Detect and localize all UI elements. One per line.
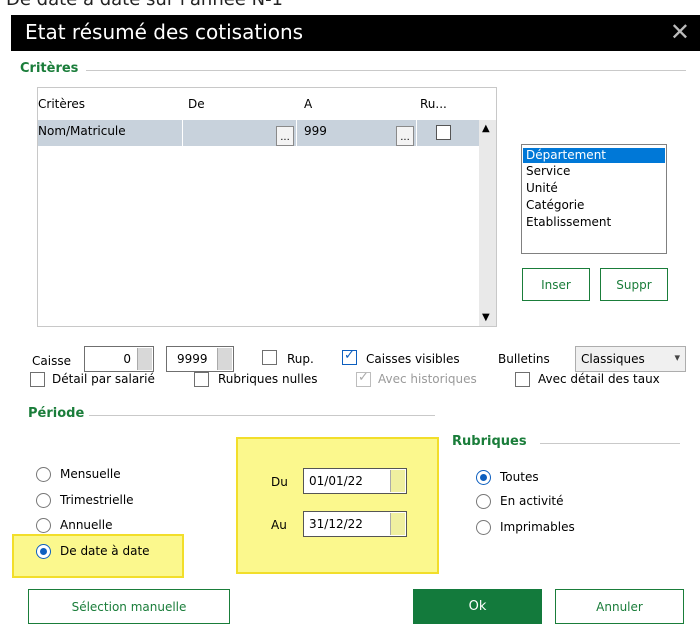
caisse-to-input[interactable]: 9999 xyxy=(166,346,234,372)
rupture-checkbox[interactable] xyxy=(436,125,451,140)
du-date-value: 01/01/22 xyxy=(309,474,363,488)
top-caption: De date à date sur l'année N-1 xyxy=(6,0,283,8)
bulletins-select[interactable]: Classiques ▾ xyxy=(575,346,686,372)
col-header-de: De xyxy=(188,97,205,111)
grid-scrollbar[interactable]: ▲ ▼ xyxy=(479,120,496,326)
list-item[interactable]: Service xyxy=(526,164,570,179)
cell-divider xyxy=(296,120,297,146)
rubriques-divider xyxy=(540,443,680,444)
list-item[interactable]: Etablissement xyxy=(526,215,611,230)
caisse-from-picker[interactable] xyxy=(137,348,152,370)
au-label: Au xyxy=(271,518,287,532)
du-date-input[interactable]: 01/01/22 xyxy=(303,468,407,494)
du-label: Du xyxy=(271,475,288,489)
criteres-section-label: Critères xyxy=(20,61,79,76)
a-picker-button[interactable]: ... xyxy=(396,126,414,146)
close-icon[interactable]: ✕ xyxy=(670,18,690,46)
criteres-divider xyxy=(86,70,686,71)
chevron-down-icon[interactable]: ▾ xyxy=(674,351,680,364)
checkmark-icon: ✓ xyxy=(344,348,355,363)
radio-en-activite[interactable] xyxy=(476,494,491,509)
avec-historiques-label: Avec historiques xyxy=(378,372,477,386)
avec-historiques-checkbox[interactable]: ✓ xyxy=(356,370,371,387)
radio-trimestrielle[interactable] xyxy=(36,493,51,508)
criteria-listbox[interactable]: Département Service Unité Catégorie Etab… xyxy=(521,144,667,254)
rup-label: Rup. xyxy=(287,352,314,366)
selection-manuelle-button[interactable]: Sélection manuelle xyxy=(28,589,230,624)
inser-button[interactable]: Inser xyxy=(522,268,590,301)
avec-detail-taux-checkbox[interactable] xyxy=(515,372,530,387)
caisse-from-input[interactable]: 0 xyxy=(84,346,154,372)
periode-section-label: Période xyxy=(28,406,85,421)
grid-header: Critères De A Ru... xyxy=(38,88,496,120)
radio-imprimables[interactable] xyxy=(476,520,491,535)
table-row[interactable]: Nom/Matricule ... 999 ... xyxy=(38,120,479,146)
rup-checkbox[interactable] xyxy=(262,350,277,365)
rubriques-nulles-label: Rubriques nulles xyxy=(218,372,318,386)
au-calendar-button[interactable] xyxy=(390,513,405,535)
caisse-label: Caisse xyxy=(32,354,71,368)
col-header-rupture: Ru... xyxy=(420,97,447,111)
cell-divider xyxy=(416,120,417,146)
trimestrielle-label: Trimestrielle xyxy=(60,493,134,507)
list-item[interactable]: Catégorie xyxy=(526,198,584,213)
bulletins-label: Bulletins xyxy=(498,352,550,366)
dates-highlight xyxy=(236,437,439,574)
au-date-input[interactable]: 31/12/22 xyxy=(303,511,407,537)
caisses-visibles-checkbox[interactable]: ✓ xyxy=(342,348,357,365)
du-calendar-button[interactable] xyxy=(390,470,405,492)
en-activite-label: En activité xyxy=(500,494,564,508)
rubriques-nulles-checkbox[interactable] xyxy=(194,372,209,387)
radio-toutes[interactable] xyxy=(476,470,491,485)
imprimables-label: Imprimables xyxy=(500,520,575,534)
col-header-a: A xyxy=(304,97,313,111)
suppr-button[interactable]: Suppr xyxy=(600,268,668,301)
radio-mensuelle[interactable] xyxy=(36,467,51,482)
window-title: Etat résumé des cotisations xyxy=(25,20,304,44)
cell-divider xyxy=(182,120,183,146)
rubriques-section-label: Rubriques xyxy=(452,434,527,449)
checkmark-icon: ✓ xyxy=(358,370,369,385)
toutes-label: Toutes xyxy=(500,470,539,484)
cell-a[interactable]: 999 xyxy=(304,124,327,138)
detail-salarie-label: Détail par salarié xyxy=(52,372,155,386)
caisse-to-picker[interactable] xyxy=(217,348,232,370)
de-date-a-date-label: De date à date xyxy=(60,544,150,558)
chevron-down-icon[interactable]: ▼ xyxy=(482,312,490,323)
window-titlebar: Etat résumé des cotisations ✕ xyxy=(11,15,700,51)
col-header-criteres: Critères xyxy=(38,97,86,111)
criteria-grid[interactable]: Critères De A Ru... Nom/Matricule ... 99… xyxy=(37,87,497,327)
list-item[interactable]: Département xyxy=(523,148,665,163)
bulletins-value: Classiques xyxy=(581,352,645,366)
ok-button[interactable]: Ok xyxy=(413,589,542,624)
list-item[interactable]: Unité xyxy=(526,181,558,196)
periode-divider xyxy=(89,415,435,416)
avec-detail-taux-label: Avec détail des taux xyxy=(538,372,660,386)
radio-de-date-a-date[interactable] xyxy=(36,544,51,559)
cell-critere: Nom/Matricule xyxy=(38,124,126,138)
au-date-value: 31/12/22 xyxy=(309,517,363,531)
caisse-from-value: 0 xyxy=(123,352,131,366)
detail-salarie-checkbox[interactable] xyxy=(30,372,45,387)
radio-annuelle[interactable] xyxy=(36,518,51,533)
caisse-to-value: 9999 xyxy=(177,352,208,366)
mensuelle-label: Mensuelle xyxy=(60,467,121,481)
annuelle-label: Annuelle xyxy=(60,518,113,532)
annuler-button[interactable]: Annuler xyxy=(555,589,684,624)
chevron-up-icon[interactable]: ▲ xyxy=(482,123,490,134)
de-picker-button[interactable]: ... xyxy=(276,126,294,146)
caisses-visibles-label: Caisses visibles xyxy=(366,352,460,366)
